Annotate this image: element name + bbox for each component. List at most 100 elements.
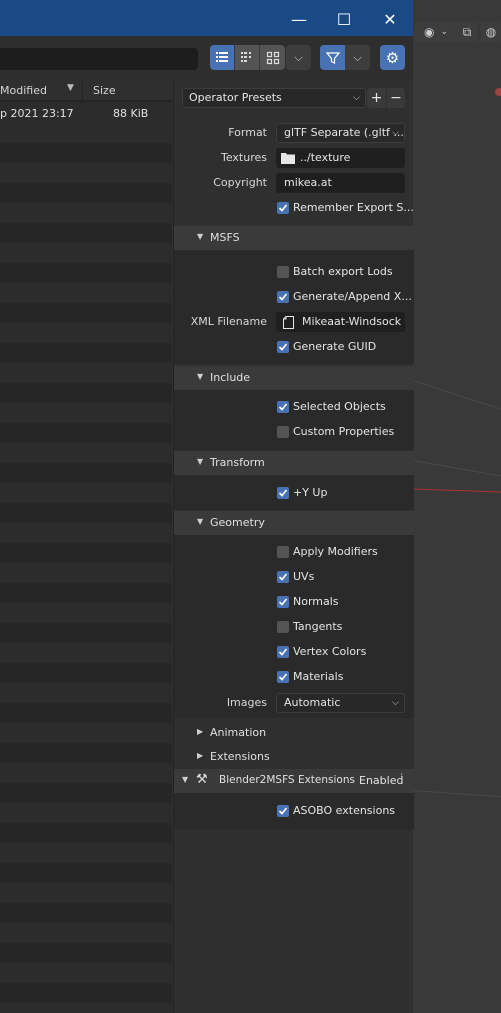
batch-export-checkbox[interactable] xyxy=(277,266,289,278)
empty-file-row xyxy=(0,923,172,943)
apply-modifiers-checkbox[interactable] xyxy=(277,546,289,558)
checkmark-icon xyxy=(278,648,288,656)
generate-append-checkbox[interactable] xyxy=(277,291,289,303)
generate-guid-checkbox[interactable] xyxy=(277,341,289,353)
format-dropdown[interactable]: glTF Separate (.gltf ... ⌵ xyxy=(276,123,405,143)
empty-file-row xyxy=(0,143,172,163)
toggle-settings-panel-button[interactable]: ⚙ xyxy=(380,45,405,70)
remove-preset-button[interactable]: − xyxy=(387,88,405,108)
viewport-shading-button[interactable]: ◉ ⌄ xyxy=(415,22,457,42)
empty-file-row xyxy=(0,483,172,503)
section-blender2msfs[interactable]: ▼ ⚒ Blender2MSFS Extensions Enabled ⁝ xyxy=(174,769,414,793)
section-animation[interactable]: ▶ Animation xyxy=(174,721,414,745)
generate-append-label: Generate/Append X... xyxy=(293,290,412,303)
textures-field[interactable]: ../texture xyxy=(276,148,405,168)
empty-file-row xyxy=(0,823,172,843)
materials-row: Materials xyxy=(174,666,414,688)
materials-checkbox[interactable] xyxy=(277,671,289,683)
section-geometry[interactable]: ▼ Geometry xyxy=(174,511,414,535)
asobo-extensions-row: ASOBO extensions xyxy=(174,800,414,822)
thumbnails-button[interactable] xyxy=(260,45,285,70)
vertical-list-button[interactable] xyxy=(210,45,235,70)
chevron-down-icon: ⌵ xyxy=(392,698,399,708)
materials-label: Materials xyxy=(293,670,344,683)
checkmark-icon xyxy=(278,598,288,606)
file-row[interactable]: p 2021 23:17 88 KiB xyxy=(0,103,172,123)
copyright-label: Copyright xyxy=(213,176,267,189)
file-list-header: Modified ▼ Size xyxy=(0,80,172,101)
minus-icon: − xyxy=(390,90,402,106)
viewport-marker-dot xyxy=(495,88,501,96)
copyright-value: mikea.at xyxy=(284,176,332,189)
uvs-checkbox[interactable] xyxy=(277,571,289,583)
vertex-colors-label: Vertex Colors xyxy=(293,645,367,658)
empty-file-row xyxy=(0,683,172,703)
xml-filename-field[interactable]: Mikeaat-Windsock xyxy=(276,312,405,332)
empty-file-row xyxy=(0,643,172,663)
section-msfs[interactable]: ▼ MSFS xyxy=(174,226,414,250)
horizontal-list-button[interactable] xyxy=(235,45,260,70)
empty-file-row xyxy=(0,663,172,683)
section-blender2msfs-body: ASOBO extensions xyxy=(174,793,414,829)
chevron-down-icon: ⌵ xyxy=(294,50,303,64)
column-size-header[interactable]: Size xyxy=(93,84,116,97)
filter-settings-dropdown[interactable]: ⌵ xyxy=(345,45,370,70)
empty-file-row xyxy=(0,363,172,383)
file-modified: p 2021 23:17 xyxy=(0,107,74,120)
checkmark-icon xyxy=(278,293,288,301)
textures-value: ../texture xyxy=(300,151,351,164)
list-horizontal-icon xyxy=(241,51,251,62)
tangents-label: Tangents xyxy=(293,620,343,633)
uvs-label: UVs xyxy=(293,570,315,583)
images-value: Automatic xyxy=(284,696,341,709)
shading-solid-button[interactable]: ◍ xyxy=(481,22,501,42)
remember-export-checkbox[interactable] xyxy=(277,202,289,214)
asobo-extensions-checkbox[interactable] xyxy=(277,805,289,817)
normals-checkbox[interactable] xyxy=(277,596,289,608)
directory-path-field[interactable] xyxy=(0,48,198,70)
remember-export-label: Remember Export S... xyxy=(293,201,414,214)
asobo-extensions-label: ASOBO extensions xyxy=(293,804,396,817)
folder-icon xyxy=(281,153,295,164)
file-browser-window: — ☐ ✕ ⌵ ⌵ ⚙ Modified ▼ Size p 2021 23:17… xyxy=(0,0,414,1013)
maximize-button[interactable]: ☐ xyxy=(332,8,356,30)
section-transform[interactable]: ▼ Transform xyxy=(174,451,414,475)
triangle-down-icon: ▼ xyxy=(182,775,189,784)
column-modified-header[interactable]: Modified xyxy=(0,84,47,97)
section-extensions-title: Extensions xyxy=(210,750,270,763)
empty-file-row xyxy=(0,463,172,483)
vertex-colors-checkbox[interactable] xyxy=(277,646,289,658)
copyright-field[interactable]: mikea.at xyxy=(276,173,405,193)
display-settings-dropdown[interactable]: ⌵ xyxy=(286,45,311,70)
grid-icon xyxy=(266,51,279,64)
close-button[interactable]: ✕ xyxy=(378,8,402,30)
drag-handle-icon[interactable]: ⁝ xyxy=(400,772,403,783)
images-dropdown[interactable]: Automatic ⌵ xyxy=(276,693,405,713)
xray-toggle-button[interactable]: ⧉ xyxy=(457,22,477,42)
selected-objects-checkbox[interactable] xyxy=(277,401,289,413)
empty-file-row xyxy=(0,263,172,283)
remember-export-row: Remember Export S... xyxy=(174,197,414,219)
operator-presets-label: Operator Presets xyxy=(189,91,282,104)
section-include[interactable]: ▼ Include xyxy=(174,366,414,390)
y-up-checkbox[interactable] xyxy=(277,487,289,499)
enabled-status: Enabled xyxy=(359,774,404,787)
xml-filename-value: Mikeaat-Windsock xyxy=(302,315,402,328)
images-row: Images Automatic ⌵ xyxy=(174,692,414,714)
custom-properties-label: Custom Properties xyxy=(293,425,395,438)
textures-row: Textures ../texture xyxy=(174,147,414,169)
empty-file-row xyxy=(0,223,172,243)
custom-properties-checkbox[interactable] xyxy=(277,426,289,438)
tangents-checkbox[interactable] xyxy=(277,621,289,633)
normals-label: Normals xyxy=(293,595,339,608)
empty-file-row xyxy=(0,183,172,203)
filter-toggle-button[interactable] xyxy=(320,45,345,70)
add-preset-button[interactable]: + xyxy=(367,88,386,108)
sort-down-icon: ▼ xyxy=(67,83,74,93)
minimize-button[interactable]: — xyxy=(287,8,311,30)
checkmark-icon xyxy=(278,673,288,681)
file-icon xyxy=(283,316,294,329)
column-divider xyxy=(82,80,83,101)
section-extensions[interactable]: ▶ Extensions xyxy=(174,745,414,769)
operator-presets-dropdown[interactable]: Operator Presets ⌵ xyxy=(182,88,366,108)
